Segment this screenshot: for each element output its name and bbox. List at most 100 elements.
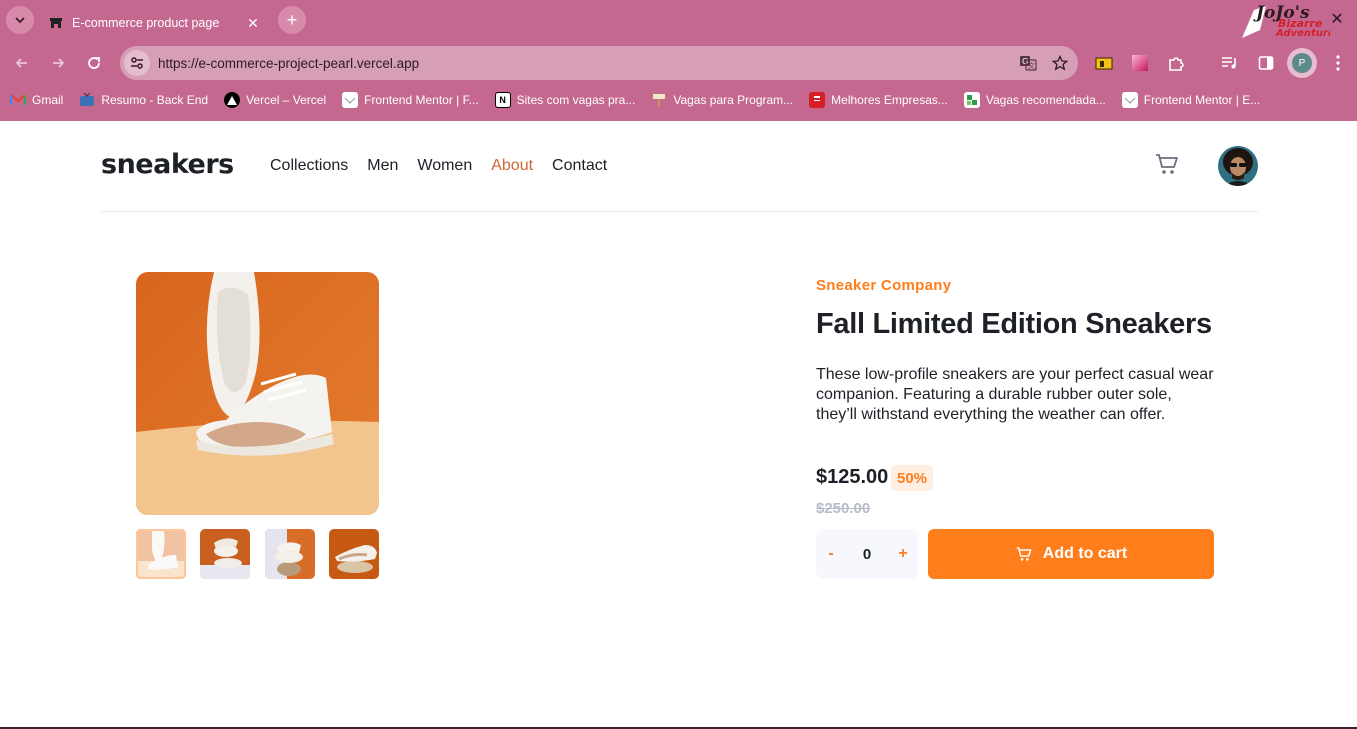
vercel-icon	[224, 92, 241, 108]
product-thumbnail-4[interactable]	[329, 529, 379, 579]
extensions-button[interactable]	[1162, 49, 1190, 77]
site-info-button[interactable]	[124, 50, 150, 76]
nav-contact[interactable]: Contact	[552, 157, 607, 175]
product-thumbnail-3[interactable]	[265, 529, 315, 579]
nav-women[interactable]: Women	[417, 157, 472, 175]
arrow-left-icon	[15, 58, 27, 68]
profile-initial: P	[1292, 53, 1312, 73]
cart-button[interactable]	[1154, 152, 1180, 178]
gptw-icon	[809, 92, 826, 108]
bookmark-sites-vagas[interactable]: N Sites com vagas pra...	[494, 92, 636, 108]
bookmark-label: Vercel – Vercel	[246, 93, 327, 107]
playlist-icon	[1222, 57, 1236, 69]
star-icon	[1052, 55, 1068, 71]
arrow-right-icon	[53, 58, 65, 68]
translate-icon: G文	[1020, 56, 1037, 71]
gradient-extension-icon	[1132, 55, 1148, 71]
bookmark-label: Frontend Mentor | E...	[1143, 93, 1261, 107]
bookmark-label: Vagas para Program...	[673, 93, 794, 107]
tv-icon	[79, 92, 95, 108]
side-panel-icon	[1258, 56, 1274, 70]
new-tab-button[interactable]: +	[278, 6, 306, 34]
gmail-icon	[10, 92, 26, 108]
bookmark-frontend-mentor-2[interactable]: Frontend Mentor | E...	[1121, 92, 1261, 108]
product-company: Sneaker Company	[816, 277, 952, 294]
increase-quantity-button[interactable]: +	[896, 544, 910, 564]
tune-icon	[131, 57, 143, 69]
frontend-mentor-icon	[342, 92, 359, 108]
hammer-icon	[651, 92, 667, 108]
bookmarks-bar: Gmail Resumo - Back End Vercel – Vercel …	[0, 88, 1357, 112]
translate-button[interactable]: G文	[1014, 49, 1042, 77]
puzzle-green-icon	[963, 92, 980, 108]
nav-men[interactable]: Men	[367, 157, 398, 175]
discount-badge: 50%	[891, 465, 933, 491]
reload-button[interactable]	[80, 49, 108, 77]
browser-chrome: E-commerce product page ✕ + JoJo's Bizar…	[0, 0, 1357, 121]
original-price: $250.00	[816, 500, 871, 517]
puzzle-icon	[1169, 57, 1184, 71]
url-text[interactable]: https://e-commerce-project-pearl.vercel.…	[158, 56, 1014, 71]
bookmark-star-button[interactable]	[1046, 49, 1074, 77]
store-favicon-icon	[48, 15, 64, 31]
tab-title: E-commerce product page	[72, 16, 220, 30]
bookmark-label: Vagas recomendada...	[985, 93, 1106, 107]
browser-tab[interactable]: E-commerce product page ✕	[38, 4, 272, 42]
main-nav: Collections Men Women About Contact	[270, 157, 626, 175]
folder-extension-icon	[1095, 57, 1113, 70]
bookmark-label: Melhores Empresas...	[831, 93, 948, 107]
extension-gradient-button[interactable]	[1126, 49, 1154, 77]
more-vert-icon	[1336, 55, 1340, 71]
side-panel-button[interactable]	[1252, 49, 1280, 77]
reload-icon	[88, 57, 100, 69]
cart-icon	[1016, 547, 1032, 561]
bookmark-label: Frontend Mentor | F...	[364, 93, 479, 107]
frontend-mentor-icon	[1121, 92, 1138, 108]
bookmark-vagas-programadores[interactable]: Vagas para Program...	[651, 92, 793, 108]
address-bar[interactable]: https://e-commerce-project-pearl.vercel.…	[120, 46, 1078, 80]
extension-folder-button[interactable]	[1090, 49, 1118, 77]
bookmark-resumo[interactable]: Resumo - Back End	[79, 92, 208, 108]
product-main-image[interactable]	[136, 272, 379, 515]
add-to-cart-button[interactable]: Add to cart	[928, 529, 1214, 579]
bookmark-label: Sites com vagas pra...	[516, 93, 636, 107]
chevron-down-icon	[15, 17, 25, 24]
notion-icon: N	[494, 92, 511, 108]
nav-about[interactable]: About	[491, 157, 533, 175]
bookmark-melhores-empresas[interactable]: Melhores Empresas...	[809, 92, 948, 108]
nav-collections[interactable]: Collections	[270, 157, 348, 175]
bookmark-vercel[interactable]: Vercel – Vercel	[224, 92, 326, 108]
cart-icon	[1156, 154, 1178, 174]
jojo-extension-logo: JoJo's Bizarre Adventure	[1238, 0, 1335, 40]
window-close-button[interactable]: ✕	[1326, 8, 1348, 30]
tab-search-button[interactable]	[6, 6, 34, 34]
user-avatar[interactable]	[1218, 146, 1258, 186]
product-thumbnail-1[interactable]	[136, 529, 186, 579]
forward-button[interactable]	[44, 49, 72, 77]
decrease-quantity-button[interactable]: -	[824, 544, 838, 564]
bookmark-gmail[interactable]: Gmail	[10, 92, 63, 108]
browser-menu-button[interactable]	[1324, 49, 1352, 77]
quantity-stepper: - 0 +	[816, 529, 918, 579]
bookmark-frontend-mentor-1[interactable]: Frontend Mentor | F...	[342, 92, 479, 108]
media-controls-button[interactable]	[1216, 49, 1244, 77]
back-button[interactable]	[8, 49, 36, 77]
bookmark-label: Gmail	[32, 93, 64, 107]
product-thumbnail-2[interactable]	[200, 529, 250, 579]
product-price: $125.00	[816, 466, 889, 488]
site-logo[interactable]: sneakers	[101, 149, 234, 180]
browser-toolbar: https://e-commerce-project-pearl.vercel.…	[0, 42, 1357, 84]
svg-text:文: 文	[1028, 61, 1035, 70]
add-to-cart-label: Add to cart	[1042, 545, 1128, 562]
bookmark-label: Resumo - Back End	[101, 93, 209, 107]
web-page: sneakers Collections Men Women About Con…	[0, 121, 1357, 729]
tab-close-button[interactable]: ✕	[244, 14, 262, 32]
profile-button[interactable]: P	[1287, 48, 1317, 78]
quantity-value: 0	[862, 545, 872, 563]
svg-text:Adventure: Adventure	[1275, 28, 1330, 39]
tab-bar: E-commerce product page ✕ + JoJo's Bizar…	[0, 0, 1357, 42]
product-title: Fall Limited Edition Sneakers	[816, 308, 1212, 340]
header-divider	[101, 211, 1258, 212]
product-description: These low-profile sneakers are your perf…	[816, 366, 1214, 423]
bookmark-vagas-recomendadas[interactable]: Vagas recomendada...	[963, 92, 1106, 108]
